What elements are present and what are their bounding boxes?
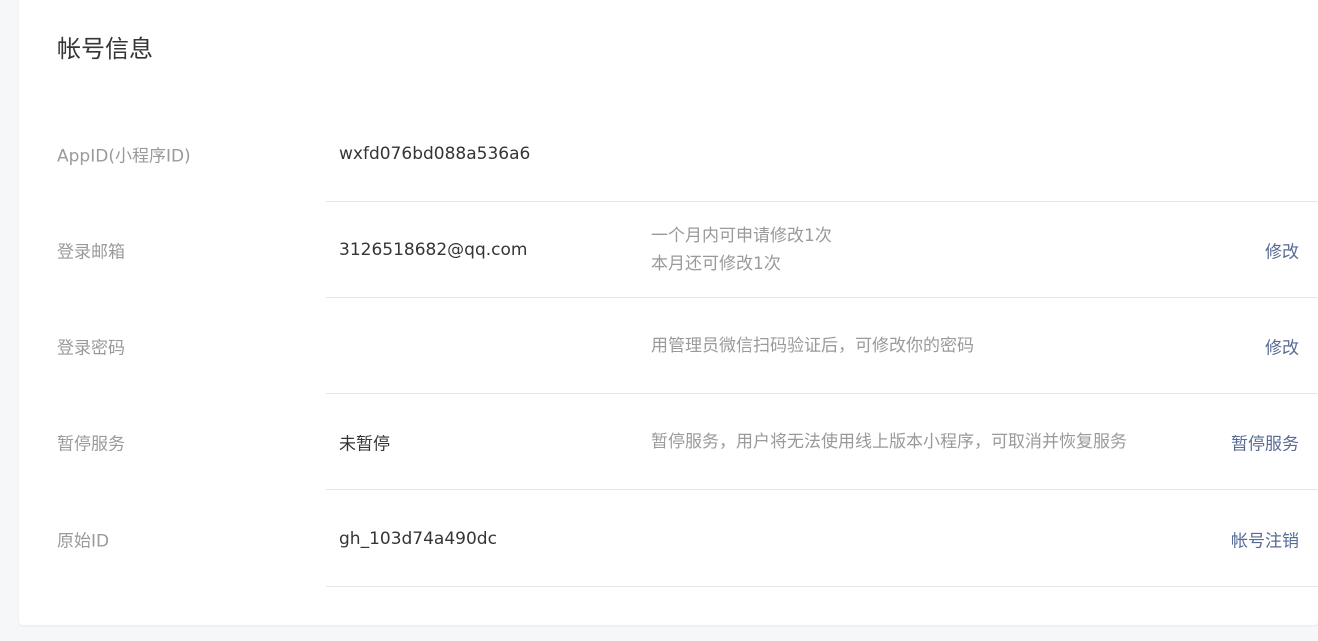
modify-email-button[interactable]: 修改	[1265, 238, 1299, 263]
row-original-id: 原始ID gh_103d74a490dc 帐号注销	[19, 491, 1318, 587]
login-email-desc-line2: 本月还可修改1次	[651, 254, 781, 274]
page-title: 帐号信息	[57, 35, 153, 63]
login-password-desc: 用管理员微信扫码验证后，可修改你的密码	[651, 332, 974, 360]
suspend-service-desc-line1: 暂停服务，用户将无法使用线上版本小程序，可取消并恢复服务	[651, 432, 1127, 452]
suspend-service-status: 未暂停	[339, 434, 390, 455]
account-cancel-button[interactable]: 帐号注销	[1231, 527, 1299, 552]
login-password-desc-line1: 用管理员微信扫码验证后，可修改你的密码	[651, 336, 974, 356]
appid-value: wxfd076bd088a536a6	[339, 144, 531, 164]
original-id-label: 原始ID	[57, 531, 110, 552]
appid-label: AppID(小程序ID)	[57, 146, 191, 167]
suspend-service-button[interactable]: 暂停服务	[1231, 430, 1299, 455]
original-id-value: gh_103d74a490dc	[339, 529, 497, 549]
account-info-card: 帐号信息 AppID(小程序ID) wxfd076bd088a536a6 登录邮…	[19, 0, 1318, 625]
login-email-label: 登录邮箱	[57, 242, 125, 263]
modify-password-button[interactable]: 修改	[1265, 334, 1299, 359]
row-login-email: 登录邮箱 3126518682@qq.com 一个月内可申请修改1次 本月还可修…	[19, 202, 1318, 298]
login-email-value: 3126518682@qq.com	[339, 240, 528, 260]
row-suspend-service: 暂停服务 未暂停 暂停服务，用户将无法使用线上版本小程序，可取消并恢复服务 暂停…	[19, 394, 1318, 490]
row-appid: AppID(小程序ID) wxfd076bd088a536a6	[19, 106, 1318, 202]
suspend-service-desc: 暂停服务，用户将无法使用线上版本小程序，可取消并恢复服务	[651, 428, 1127, 456]
suspend-service-label: 暂停服务	[57, 434, 125, 455]
row-divider	[326, 586, 1318, 587]
login-email-desc-line1: 一个月内可申请修改1次	[651, 226, 832, 246]
row-login-password: 登录密码 用管理员微信扫码验证后，可修改你的密码 修改	[19, 298, 1318, 394]
login-email-desc: 一个月内可申请修改1次 本月还可修改1次	[651, 222, 832, 278]
login-password-label: 登录密码	[57, 338, 125, 359]
row-divider	[326, 489, 1318, 490]
